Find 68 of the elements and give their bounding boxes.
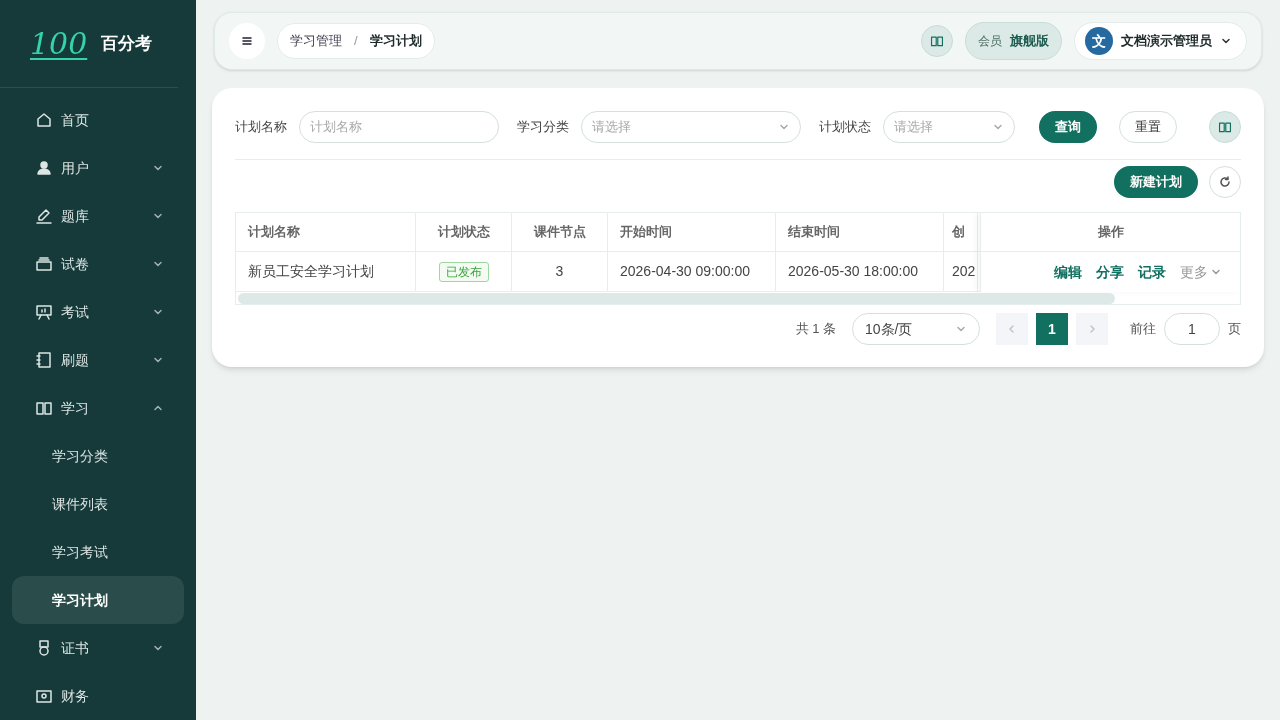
- goto-label: 前往: [1130, 320, 1156, 339]
- sidebar-item[interactable]: 学习: [12, 384, 184, 432]
- table-cell: 202: [944, 252, 978, 291]
- table-cell: 2026-04-30 09:00:00: [608, 252, 776, 291]
- sidebar-item[interactable]: 刷题: [12, 336, 184, 384]
- column-header: 创: [944, 213, 978, 251]
- notebook-icon: [35, 351, 53, 369]
- status-tag: 已发布: [438, 261, 489, 282]
- action-link[interactable]: 分享: [1096, 261, 1124, 283]
- action-link[interactable]: 编辑: [1054, 261, 1082, 283]
- menu-icon: [241, 35, 253, 47]
- query-button[interactable]: 查询: [1039, 111, 1097, 143]
- breadcrumb-separator: /: [354, 32, 358, 51]
- column-header: 操作: [981, 213, 1240, 252]
- column-header: 课件节点: [512, 213, 608, 251]
- table-cell: 新员工安全学习计划: [236, 252, 416, 291]
- filter-label: 计划状态: [819, 118, 871, 137]
- user-name: 文档演示管理员: [1121, 32, 1212, 51]
- stack-icon: [35, 255, 53, 273]
- sidebar-subitem[interactable]: 学习分类: [12, 432, 184, 480]
- sidebar-subitem[interactable]: 学习计划: [12, 576, 184, 624]
- reset-button[interactable]: 重置: [1119, 111, 1177, 143]
- user-avatar: 文: [1085, 27, 1113, 55]
- member-label: 会员: [978, 33, 1002, 50]
- book-icon: [35, 399, 53, 417]
- sidebar-item[interactable]: 题库: [12, 192, 184, 240]
- brand-logo: 100: [30, 28, 88, 59]
- column-header: 计划状态: [416, 213, 512, 251]
- chevron-right-icon: [1087, 324, 1097, 334]
- home-icon: [35, 111, 53, 129]
- book-button[interactable]: [1209, 111, 1241, 143]
- book-button[interactable]: [921, 25, 953, 57]
- sidebar-item[interactable]: 首页: [12, 96, 184, 144]
- breadcrumb-item[interactable]: 学习计划: [369, 31, 422, 51]
- filter-label: 计划名称: [235, 118, 287, 137]
- page-suffix: 页: [1228, 320, 1241, 339]
- table-cell: 3: [512, 252, 608, 291]
- column-header: 开始时间: [608, 213, 776, 251]
- breadcrumb-item[interactable]: 学习管理: [290, 31, 342, 51]
- sidebar-subitem[interactable]: 学习考试: [12, 528, 184, 576]
- menu-button[interactable]: [229, 23, 265, 59]
- wallet-icon: [35, 687, 53, 705]
- member-tier-label: 旗舰版: [1010, 32, 1049, 51]
- pen-icon: [35, 207, 53, 225]
- goto-page-field[interactable]: 1: [1164, 313, 1220, 345]
- sidebar-subitem[interactable]: 课件列表: [12, 480, 184, 528]
- scrollbar[interactable]: [238, 293, 1115, 304]
- column-header: 计划名称: [236, 213, 416, 251]
- total-count: 共 1 条: [795, 320, 836, 339]
- refresh-icon: [1219, 176, 1231, 188]
- user-menu[interactable]: 文 文档演示管理员: [1074, 22, 1247, 60]
- board-icon: [35, 303, 53, 321]
- sidebar-item[interactable]: 考试: [12, 288, 184, 336]
- chevron-left-icon: [1007, 324, 1017, 334]
- sidebar-item[interactable]: 财务: [12, 672, 184, 720]
- brand-name: 百分考: [101, 32, 153, 55]
- page-button[interactable]: 1: [1036, 313, 1068, 345]
- filter-label: 学习分类: [517, 118, 569, 137]
- sidebar-item[interactable]: 用户: [12, 144, 184, 192]
- sidebar-item[interactable]: 证书: [12, 624, 184, 672]
- table-cell: 2026-05-30 18:00:00: [776, 252, 944, 291]
- column-header: 结束时间: [776, 213, 944, 251]
- book-icon: [930, 34, 944, 48]
- user-icon: [35, 159, 53, 177]
- new-plan-button[interactable]: 新建计划: [1114, 166, 1198, 198]
- action-link[interactable]: 记录: [1138, 261, 1166, 283]
- sidebar-item[interactable]: 试卷: [12, 240, 184, 288]
- book-icon: [1218, 120, 1232, 134]
